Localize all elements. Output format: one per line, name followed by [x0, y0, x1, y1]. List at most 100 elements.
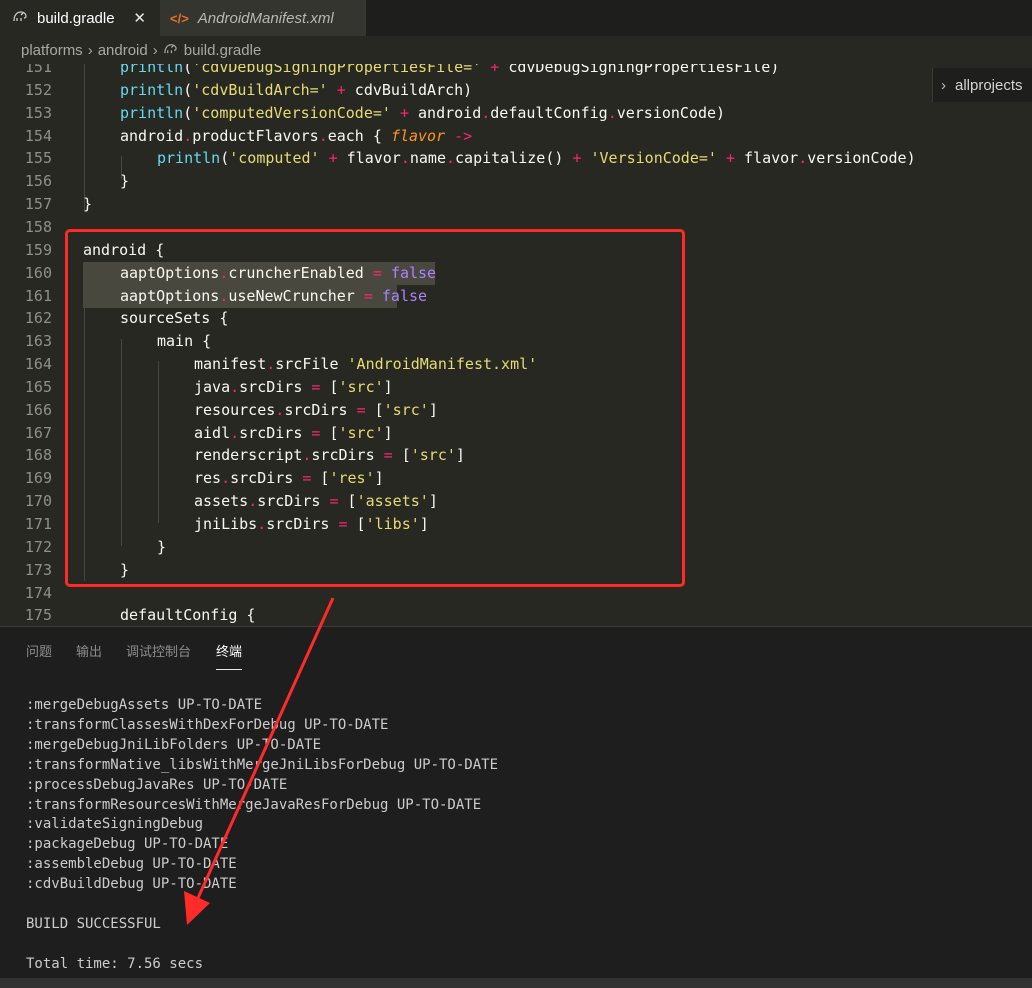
code-line[interactable]: 152 println('cdvBuildArch=' + cdvBuildArc…	[0, 79, 1032, 102]
terminal-line: Total time: 7.56 secs	[26, 955, 204, 972]
code-text: }	[120, 170, 129, 193]
code-line[interactable]: 153 println('computedVersionCode=' + andr…	[0, 102, 1032, 125]
code-token: versionCode)	[616, 103, 726, 122]
line-number: 162	[24, 309, 52, 328]
line-number: 159	[24, 240, 52, 259]
code-text: defaultConfig {	[120, 604, 255, 626]
line-number: 155	[24, 149, 52, 168]
code-token: .	[183, 126, 193, 145]
highlight-annotation-box	[65, 229, 685, 587]
horizontal-scrollbar[interactable]	[0, 978, 1032, 988]
terminal-line: :packageDebug UP-TO-DATE	[26, 836, 229, 853]
code-token: defaultConfig	[490, 103, 608, 122]
panel-tab-terminal[interactable]: 终端	[216, 641, 243, 670]
code-token: 'cdvBuildArch='	[192, 80, 328, 99]
tab-bar: build.gradle ✕ </> AndroidManifest.xml	[0, 0, 1032, 36]
code-line[interactable]: 157}	[0, 193, 1032, 216]
sticky-scroll-label: allprojects	[955, 76, 1023, 94]
terminal-line: :mergeDebugAssets UP-TO-DATE	[26, 697, 263, 713]
code-text: android.productFlavors.each { flavor ->	[120, 125, 472, 148]
code-text: }	[83, 193, 92, 216]
code-token: .	[798, 149, 808, 168]
code-token: flavor	[735, 149, 799, 168]
line-number: 171	[24, 515, 52, 533]
code-token: println	[120, 103, 184, 122]
breadcrumb-item-platforms[interactable]: platforms	[21, 42, 83, 59]
line-number: 163	[24, 332, 52, 351]
code-token: versionCode)	[807, 149, 916, 168]
line-number: 169	[24, 469, 52, 488]
line-number: 154	[24, 126, 52, 145]
gradle-icon	[12, 9, 28, 27]
code-token: +	[328, 149, 338, 168]
terminal-line: :assembleDebug UP-TO-DATE	[26, 856, 237, 873]
xml-icon: </>	[170, 10, 189, 26]
code-token: 'cdvDebugSigningPropertiesFile='	[192, 64, 482, 76]
code-token: println	[120, 80, 184, 99]
code-line[interactable]: 175 defaultConfig {	[0, 604, 1032, 626]
terminal-line: :cdvBuildDebug UP-TO-DATE	[26, 876, 237, 893]
code-token: }	[120, 172, 130, 191]
code-line[interactable]: 155 println('computed' + flavor.name.capi…	[0, 147, 1032, 170]
line-number: 151	[24, 64, 52, 76]
panel-tab-output[interactable]: 输出	[76, 641, 102, 660]
tab-label: AndroidManifest.xml	[197, 9, 334, 27]
code-token: println	[157, 149, 221, 168]
terminal-line: :mergeDebugJniLibFolders UP-TO-DATE	[26, 736, 322, 753]
line-number: 166	[24, 400, 52, 419]
line-number: 153	[24, 103, 52, 122]
line-number: 172	[24, 537, 52, 556]
code-token: name	[409, 149, 446, 168]
code-token: flavor	[390, 126, 446, 145]
line-number: 157	[24, 195, 52, 214]
tab-label: build.gradle	[37, 9, 115, 27]
tab-build-gradle[interactable]: build.gradle ✕	[0, 0, 160, 36]
code-token: println	[120, 64, 184, 76]
code-text: println('cdvDebugSigningPropertiesFile='…	[120, 64, 779, 79]
line-number: 167	[24, 423, 52, 442]
line-number: 152	[24, 80, 52, 99]
code-text: println('computedVersionCode=' + android…	[120, 102, 725, 125]
line-number: 160	[24, 263, 52, 282]
code-token: 'computedVersionCode='	[192, 103, 391, 122]
line-number: 156	[24, 172, 52, 191]
code-token: .	[446, 149, 456, 168]
terminal-line: :transformNative_libsWithMergeJniLibsFor…	[26, 756, 499, 773]
code-token: each {	[327, 126, 391, 145]
code-line[interactable]: 154 android.productFlavors.each { flavor …	[0, 125, 1032, 148]
sticky-scroll-allprojects[interactable]: › allprojects	[932, 68, 1032, 102]
line-number: 165	[24, 377, 52, 396]
terminal-line: :transformClassesWithDexForDebug UP-TO-D…	[26, 716, 389, 733]
code-line[interactable]: 151 println('cdvDebugSigningPropertiesFil…	[0, 64, 1032, 79]
line-number: 174	[24, 583, 52, 602]
panel-tab-debug-console[interactable]: 调试控制台	[126, 641, 191, 660]
breadcrumb-item-file[interactable]: build.gradle	[184, 42, 262, 59]
gradle-icon	[163, 42, 178, 58]
line-number: 175	[24, 606, 52, 625]
code-token: +	[399, 103, 409, 122]
code-token: .	[318, 126, 328, 145]
code-token: android	[409, 103, 482, 122]
line-number: 170	[24, 492, 52, 511]
code-token: .	[607, 103, 617, 122]
breadcrumb-item-android[interactable]: android	[98, 42, 148, 59]
tab-android-manifest[interactable]: </> AndroidManifest.xml	[160, 0, 366, 36]
panel-tab-problems[interactable]: 问题	[26, 641, 52, 660]
line-number: 158	[24, 217, 52, 236]
code-token: .	[481, 103, 491, 122]
code-token: +	[725, 149, 735, 168]
code-token: ->	[454, 126, 473, 145]
code-token: (	[183, 64, 193, 76]
code-token: 'computed'	[229, 149, 320, 168]
code-token: defaultConfig {	[120, 606, 256, 625]
terminal-line: :validateSigningDebug	[26, 816, 204, 833]
code-line[interactable]: 156}	[0, 170, 1032, 193]
close-icon[interactable]: ✕	[133, 9, 146, 27]
code-text: println('computed' + flavor.name.capital…	[157, 147, 916, 170]
line-number: 164	[24, 355, 52, 374]
code-token: cdvDebugSigningPropertiesFile)	[499, 64, 780, 76]
code-token: (	[183, 80, 193, 99]
